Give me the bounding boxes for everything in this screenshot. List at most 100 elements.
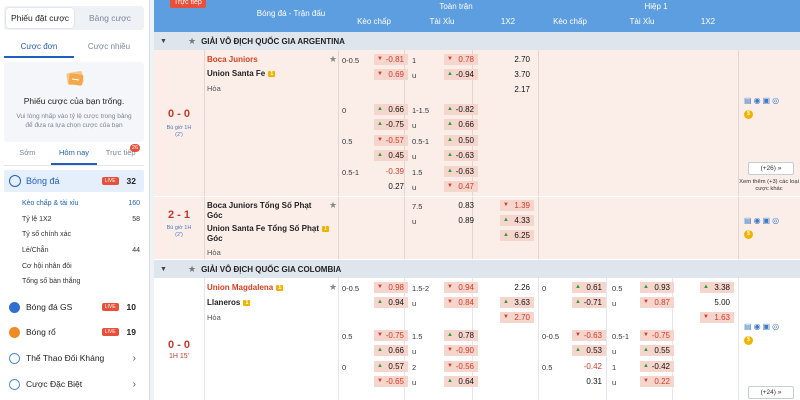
odds-cell[interactable]: ▼ 2.70: [500, 312, 534, 323]
odds-cell[interactable]: ▲ -0.75: [374, 119, 408, 130]
odds-cell[interactable]: ▲ 0.64: [444, 376, 478, 387]
tab-bet-slip[interactable]: Phiếu đặt cược: [6, 8, 74, 28]
sport-basketball[interactable]: Bóng rổ LIVE 19: [4, 322, 144, 342]
odds-cell[interactable]: ▲ -0.94: [444, 69, 478, 80]
tv-icon[interactable]: ▣: [763, 96, 771, 105]
odds-cell[interactable]: ▲ 0.55: [640, 345, 674, 356]
subitem-total-goals[interactable]: Tổng số bàn thắng: [22, 278, 140, 285]
view-icon[interactable]: ◉: [754, 216, 761, 225]
odds-cell[interactable]: 0.89: [444, 215, 478, 226]
stats-icon[interactable]: ▤: [744, 322, 752, 331]
subitem-correct-score[interactable]: Tỷ số chính xác: [22, 231, 140, 238]
odds-1x2-draw[interactable]: 2.17: [500, 84, 534, 95]
odds-cell[interactable]: ▼ 0.98: [374, 282, 408, 293]
odds-cell[interactable]: ▲ -0.63: [444, 166, 478, 177]
odds-cell[interactable]: ▼ 0.69: [374, 69, 408, 80]
subitem-odd-even[interactable]: Lẻ/Chẵn 44: [22, 247, 140, 254]
odds-cell[interactable]: ▼ 0.94: [444, 282, 478, 293]
sport-football[interactable]: Bóng đá LIVE 32: [4, 170, 144, 192]
live-stream-icon[interactable]: ◎: [772, 96, 779, 105]
stats-icon[interactable]: ▤: [744, 216, 752, 225]
odds-cell[interactable]: ▲ -0.82: [444, 104, 478, 115]
star-icon[interactable]: ★: [188, 264, 196, 275]
tab-live[interactable]: Trực tiếp 26: [97, 144, 144, 165]
odds-cell[interactable]: ▼ -0.65: [374, 376, 408, 387]
star-icon[interactable]: ★: [329, 282, 337, 293]
odds-cell[interactable]: ▲ 0.93: [640, 282, 674, 293]
subitem-handicap-ou[interactable]: Kèo chấp & tài xỉu 160: [22, 200, 140, 207]
odds-cell[interactable]: ▲ 4.33: [500, 215, 534, 226]
odds-cell[interactable]: 0.27: [374, 181, 408, 192]
odds-cell[interactable]: ▲ 0.61: [572, 282, 606, 293]
odds-cell[interactable]: 0.31: [572, 376, 606, 387]
odds-cell[interactable]: ▼ 0.78: [444, 54, 478, 65]
odds-cell[interactable]: ▼ -0.75: [374, 330, 408, 341]
odds-1x2-away[interactable]: 3.70: [500, 69, 534, 80]
tv-icon[interactable]: ▣: [763, 322, 771, 331]
odds-cell[interactable]: ▲ -0.42: [640, 361, 674, 372]
tab-single-bet[interactable]: Cược đơn: [4, 42, 74, 58]
collapse-icon[interactable]: ▼: [160, 266, 170, 273]
odds-1x2-away[interactable]: 5.00: [700, 297, 734, 308]
sport-football-gs[interactable]: Bóng đá GS LIVE 10: [4, 297, 144, 317]
odds-cell[interactable]: ▲ -0.71: [572, 297, 606, 308]
coin-icon[interactable]: $: [744, 230, 753, 239]
tab-multi-bet[interactable]: Cược nhiều: [74, 42, 144, 58]
odds-cell[interactable]: ▼ 1.63: [700, 312, 734, 323]
odds-1x2-home[interactable]: 2.26: [500, 282, 534, 293]
sport-combat[interactable]: Thể Thao Đối Kháng ›: [4, 348, 144, 368]
tab-early[interactable]: Sớm: [4, 148, 51, 165]
more-markets-button[interactable]: (+26) »: [748, 162, 794, 175]
odds-cell[interactable]: ▼ -0.63: [572, 330, 606, 341]
odds-cell[interactable]: -0.39: [374, 166, 408, 177]
coin-icon[interactable]: $: [744, 336, 753, 345]
odds-cell[interactable]: ▲ 0.66: [374, 104, 408, 115]
odds-cell[interactable]: ▼ -0.57: [374, 135, 408, 146]
odds-cell[interactable]: 0.83: [444, 200, 478, 211]
odds-cell[interactable]: ▲ 0.57: [374, 361, 408, 372]
odds-cell[interactable]: ▲ 3.63: [500, 297, 534, 308]
odds-cell[interactable]: ▼ 1.39: [500, 200, 534, 211]
league-header[interactable]: ▼ ★ GIẢI VÔ ĐỊCH QUỐC GIA COLOMBIA: [154, 260, 800, 278]
odds-cell[interactable]: ▼ 0.22: [640, 376, 674, 387]
league-header[interactable]: ▼ ★ GIẢI VÔ ĐỊCH QUỐC GIA ARGENTINA: [154, 32, 800, 50]
star-icon[interactable]: ★: [188, 36, 196, 47]
coin-icon[interactable]: $: [744, 110, 753, 119]
collapse-icon[interactable]: ▼: [160, 38, 170, 45]
live-stream-icon[interactable]: ◎: [772, 322, 779, 331]
odds-cell[interactable]: ▼ -0.90: [444, 345, 478, 356]
live-stream-icon[interactable]: ◎: [772, 216, 779, 225]
odds-cell[interactable]: ▲ 0.50: [444, 135, 478, 146]
odds-cell[interactable]: ▲ 0.53: [572, 345, 606, 356]
subitem-double-chance[interactable]: Cơ hội nhân đôi: [22, 263, 140, 270]
odds-cell[interactable]: ▼ -0.56: [444, 361, 478, 372]
tab-today[interactable]: Hôm nay: [50, 148, 98, 165]
live-tag[interactable]: Trực tiếp: [170, 0, 206, 8]
odds-cell[interactable]: ▲ 6.25: [500, 230, 534, 241]
sport-special[interactable]: Cược Đặc Biệt ›: [4, 374, 144, 394]
odds-cell[interactable]: ▲ 0.78: [444, 330, 478, 341]
view-icon[interactable]: ◉: [754, 96, 761, 105]
subitem-1x2[interactable]: Tỷ lệ 1X2 58: [22, 216, 140, 223]
odds-cell[interactable]: ▲ 0.66: [374, 345, 408, 356]
odds-cell[interactable]: -0.42: [572, 361, 606, 372]
odds-cell[interactable]: ▲ -0.63: [444, 150, 478, 161]
tab-bet-board[interactable]: Bảng cược: [76, 6, 144, 30]
odds-cell[interactable]: ▼ 0.84: [444, 297, 478, 308]
tv-icon[interactable]: ▣: [763, 216, 771, 225]
odds-cell[interactable]: ▲ 0.45: [374, 150, 408, 161]
odds-cell[interactable]: ▲ 0.94: [374, 297, 408, 308]
odds-cell[interactable]: ▼ -0.75: [640, 330, 674, 341]
odds-cell[interactable]: ▲ 3.38: [700, 282, 734, 293]
odds-1x2-home[interactable]: 2.70: [500, 54, 534, 65]
stats-icon[interactable]: ▤: [744, 96, 752, 105]
odds-cell[interactable]: ▲ 0.66: [444, 119, 478, 130]
star-icon[interactable]: ★: [329, 54, 337, 65]
odds-cell[interactable]: ▼ 0.47: [444, 181, 478, 192]
star-icon[interactable]: ★: [329, 200, 337, 211]
odds-cell[interactable]: ▼ 0.87: [640, 297, 674, 308]
more-markets-button[interactable]: (+24) »: [748, 386, 794, 399]
more-markets-note[interactable]: Xem thêm (+3) các loại cược khác: [738, 179, 800, 193]
odds-cell[interactable]: ▼ -0.81: [374, 54, 408, 65]
view-icon[interactable]: ◉: [754, 322, 761, 331]
